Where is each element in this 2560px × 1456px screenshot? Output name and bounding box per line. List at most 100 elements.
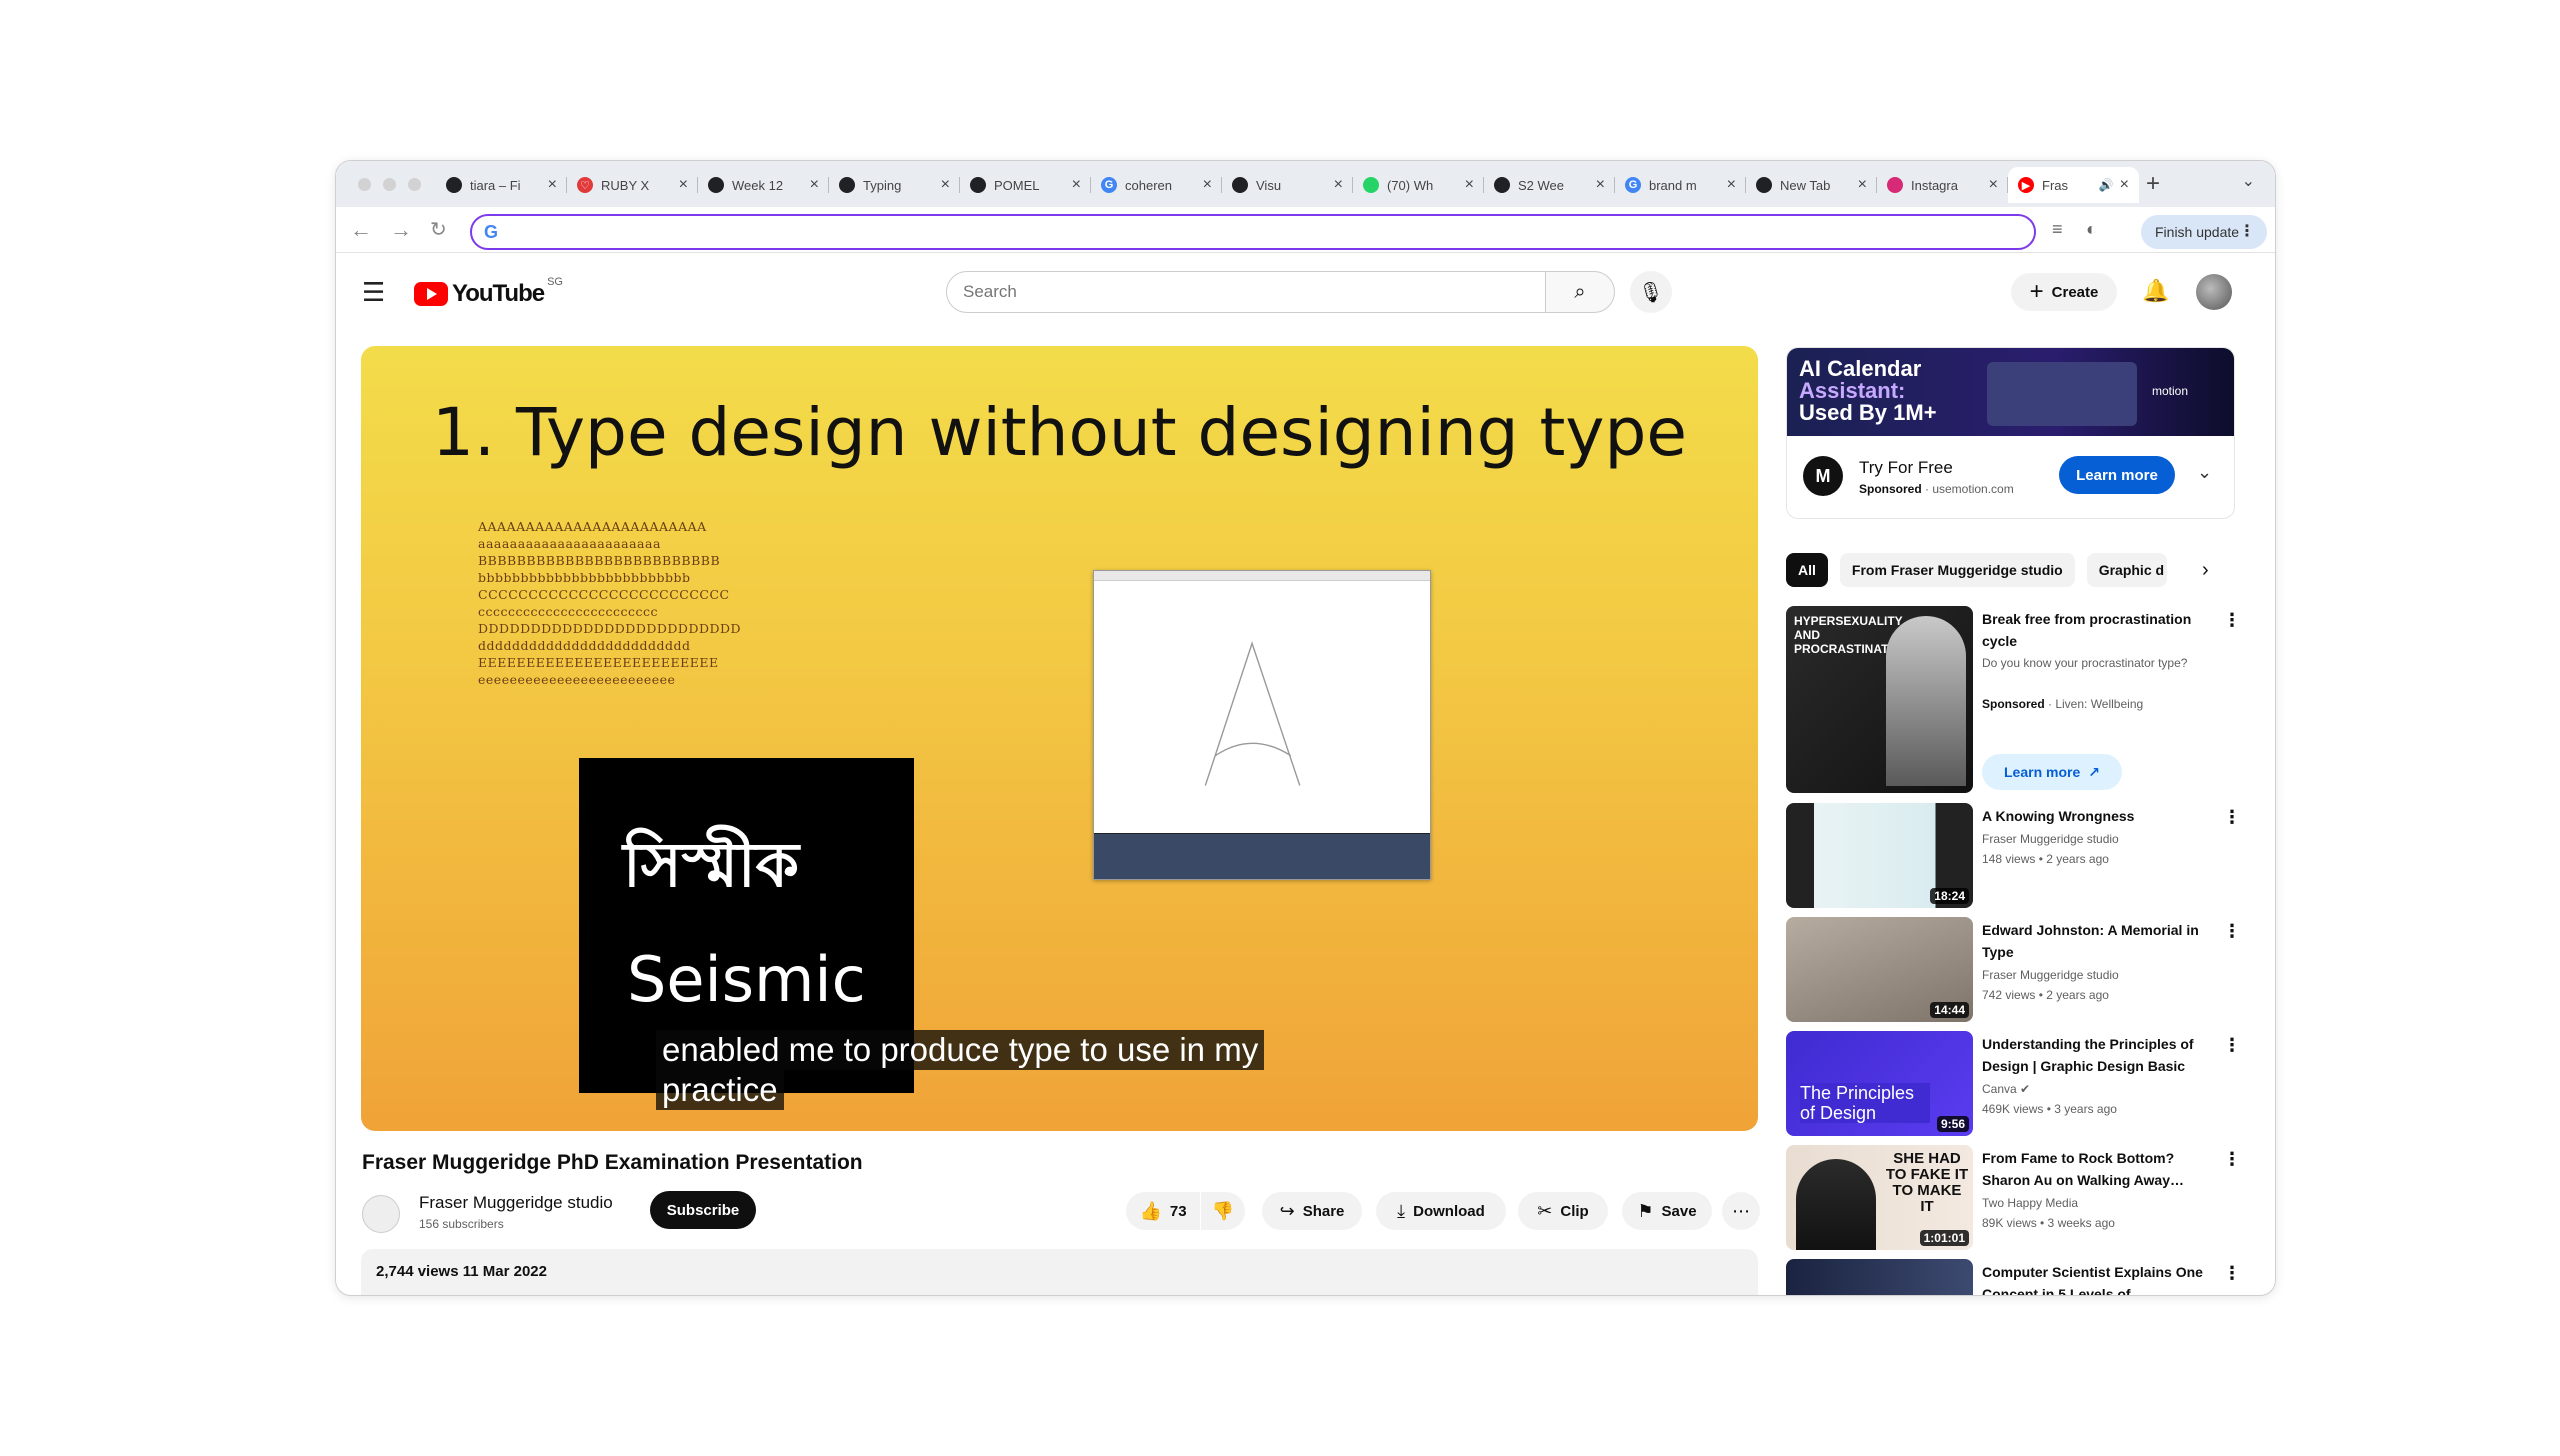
close-tab-icon[interactable]: × bbox=[1072, 176, 1081, 194]
maximize-window-icon[interactable] bbox=[408, 178, 421, 191]
browser-tab[interactable]: Typing × bbox=[829, 167, 960, 203]
more-vert-icon[interactable]: ⋮ bbox=[2223, 1035, 2241, 1056]
close-tab-icon[interactable]: × bbox=[548, 176, 557, 194]
finish-update-button[interactable]: Finish update ⋮ bbox=[2141, 215, 2267, 249]
browser-tab[interactable]: tiara – Fi × bbox=[436, 167, 567, 203]
clip-button[interactable]: ✂ Clip bbox=[1518, 1192, 1608, 1230]
reload-icon[interactable]: ↻ bbox=[430, 217, 447, 242]
recommendation-item[interactable]: SHE HAD TO FAKE IT TO MAKE IT 1:01:01 Fr… bbox=[1786, 1145, 2241, 1250]
learn-more-button[interactable]: Learn more ↗ bbox=[1982, 754, 2122, 790]
specimen-line: CCCCCCCCCCCCCCCCCCCCCCCCC bbox=[478, 587, 730, 602]
reading-list-icon[interactable]: ≡ bbox=[2052, 219, 2063, 240]
ad-title[interactable]: Try For Free bbox=[1859, 458, 1953, 478]
browser-tab[interactable]: S2 Wee × bbox=[1484, 167, 1615, 203]
video-thumbnail[interactable]: HYPERSEXUALITY AND PROCRASTINATION: bbox=[1786, 606, 1973, 793]
chevron-right-icon[interactable]: › bbox=[2202, 559, 2209, 582]
browser-tab[interactable]: ♡ RUBY X × bbox=[567, 167, 698, 203]
video-thumbnail[interactable]: 18:24 bbox=[1786, 803, 1973, 908]
learn-more-button[interactable]: Learn more bbox=[2059, 456, 2175, 494]
recommendation-item[interactable]: The Principles of Design 9:56 Understand… bbox=[1786, 1031, 2241, 1136]
browser-tab[interactable]: (70) Wh × bbox=[1353, 167, 1484, 203]
browser-tab[interactable]: Week 12 × bbox=[698, 167, 829, 203]
browser-tab[interactable]: ▶ Fras 🔊 × bbox=[2008, 167, 2139, 203]
download-button[interactable]: ⤓ Download bbox=[1376, 1192, 1506, 1230]
video-title[interactable]: From Fame to Rock Bottom? Sharon Au on W… bbox=[1982, 1147, 2206, 1191]
sponsored-recommendation[interactable]: HYPERSEXUALITY AND PROCRASTINATION: Brea… bbox=[1786, 606, 2241, 796]
recommendation-item[interactable]: 18:24 A Knowing Wrongness Fraser Muggeri… bbox=[1786, 803, 2241, 908]
chip-from-channel[interactable]: From Fraser Muggeridge studio bbox=[1839, 553, 2075, 587]
menu-icon[interactable]: ☰ bbox=[362, 277, 385, 308]
profile-icon[interactable]: ◐ bbox=[2086, 219, 2097, 240]
close-tab-icon[interactable]: × bbox=[941, 176, 950, 194]
more-vert-icon[interactable]: ⋮ bbox=[2223, 610, 2241, 631]
close-window-icon[interactable] bbox=[358, 178, 371, 191]
advertiser-logo[interactable]: M bbox=[1803, 456, 1843, 496]
recommendation-item[interactable]: Computer Scientist Explains One Concept … bbox=[1786, 1259, 2236, 1295]
video-thumbnail[interactable]: The Principles of Design 9:56 bbox=[1786, 1031, 1973, 1136]
close-tab-icon[interactable]: × bbox=[1334, 176, 1343, 194]
video-title[interactable]: Computer Scientist Explains One Concept … bbox=[1982, 1261, 2206, 1295]
save-button[interactable]: ⚑ Save bbox=[1622, 1192, 1712, 1230]
close-tab-icon[interactable]: × bbox=[1596, 176, 1605, 194]
video-thumbnail[interactable]: SHE HAD TO FAKE IT TO MAKE IT 1:01:01 bbox=[1786, 1145, 1973, 1250]
close-tab-icon[interactable]: × bbox=[1989, 176, 1998, 194]
close-tab-icon[interactable]: × bbox=[1858, 176, 1867, 194]
search-input[interactable] bbox=[963, 281, 1523, 303]
forward-icon[interactable]: → bbox=[390, 217, 412, 243]
browser-tab[interactable]: Gcoheren × bbox=[1091, 167, 1222, 203]
subscribe-button[interactable]: Subscribe bbox=[650, 1191, 756, 1229]
close-tab-icon[interactable]: × bbox=[1727, 176, 1736, 194]
close-tab-icon[interactable]: × bbox=[2120, 176, 2129, 194]
voice-search-button[interactable]: 🎙 bbox=[1630, 271, 1672, 313]
new-tab-icon[interactable]: + bbox=[2146, 170, 2160, 198]
more-vert-icon[interactable]: ⋮ bbox=[2223, 807, 2241, 828]
video-duration: 9:56 bbox=[1936, 1116, 1969, 1132]
search-box[interactable] bbox=[946, 271, 1546, 313]
more-vert-icon[interactable]: ⋮ bbox=[2239, 221, 2255, 241]
recommendation-item[interactable]: 14:44 Edward Johnston: A Memorial in Typ… bbox=[1786, 917, 2241, 1022]
create-button[interactable]: + Create bbox=[2011, 273, 2117, 311]
back-icon[interactable]: ← bbox=[350, 217, 372, 243]
audio-playing-icon[interactable]: 🔊 bbox=[2099, 178, 2114, 192]
youtube-logo[interactable]: YouTube SG bbox=[414, 276, 563, 308]
chevron-down-icon[interactable]: ⌄ bbox=[2197, 462, 2212, 483]
close-tab-icon[interactable]: × bbox=[679, 176, 688, 194]
address-bar[interactable]: G bbox=[470, 214, 2036, 250]
description-box[interactable]: 2,744 views 11 Mar 2022 bbox=[361, 1249, 1758, 1295]
more-vert-icon[interactable]: ⋮ bbox=[2223, 1263, 2236, 1284]
close-tab-icon[interactable]: × bbox=[810, 176, 819, 194]
browser-tab[interactable]: Visu × bbox=[1222, 167, 1353, 203]
share-button[interactable]: ↪ Share bbox=[1262, 1192, 1362, 1230]
browser-tab[interactable]: POMEL × bbox=[960, 167, 1091, 203]
video-player[interactable]: 1. Type design without designing type AA… bbox=[361, 346, 1758, 1131]
tab-search-icon[interactable]: ⌄ bbox=[2242, 171, 2255, 191]
browser-tab[interactable]: Instagra × bbox=[1877, 167, 2008, 203]
ad-banner[interactable]: AI Calendar Assistant: Used By 1M+ motio… bbox=[1787, 348, 2234, 436]
video-title[interactable]: Edward Johnston: A Memorial in Type bbox=[1982, 919, 2206, 963]
video-thumbnail[interactable] bbox=[1786, 1259, 1973, 1295]
close-tab-icon[interactable]: × bbox=[1203, 176, 1212, 194]
video-thumbnail[interactable]: 14:44 bbox=[1786, 917, 1973, 1022]
browser-tab[interactable]: New Tab × bbox=[1746, 167, 1877, 203]
close-tab-icon[interactable]: × bbox=[1465, 176, 1474, 194]
more-actions-button[interactable]: ⋯ bbox=[1722, 1192, 1760, 1230]
browser-tab[interactable]: Gbrand m × bbox=[1615, 167, 1746, 203]
account-avatar[interactable] bbox=[2196, 274, 2232, 310]
video-title[interactable]: Understanding the Principles of Design |… bbox=[1982, 1033, 2206, 1077]
notifications-icon[interactable]: 🔔 bbox=[2142, 278, 2169, 304]
search-button[interactable]: ⌕ bbox=[1545, 271, 1615, 313]
dislike-button[interactable]: 👎 bbox=[1201, 1192, 1245, 1230]
video-title[interactable]: Break free from procrastination cycle bbox=[1982, 608, 2206, 652]
video-title[interactable]: A Knowing Wrongness bbox=[1982, 805, 2206, 827]
address-input[interactable] bbox=[512, 220, 2012, 244]
channel-name[interactable]: Fraser Muggeridge studio bbox=[419, 1193, 613, 1213]
like-button[interactable]: 👍 73 bbox=[1126, 1192, 1200, 1230]
chip-all[interactable]: All bbox=[1786, 553, 1828, 587]
minimize-window-icon[interactable] bbox=[383, 178, 396, 191]
channel-avatar[interactable] bbox=[362, 1195, 400, 1233]
more-vert-icon[interactable]: ⋮ bbox=[2223, 921, 2241, 942]
channel-name-text: Canva bbox=[1982, 1082, 2017, 1096]
ad-card[interactable]: AI Calendar Assistant: Used By 1M+ motio… bbox=[1786, 347, 2235, 519]
chip-graphic-design[interactable]: Graphic d bbox=[2086, 553, 2167, 587]
more-vert-icon[interactable]: ⋮ bbox=[2223, 1149, 2241, 1170]
